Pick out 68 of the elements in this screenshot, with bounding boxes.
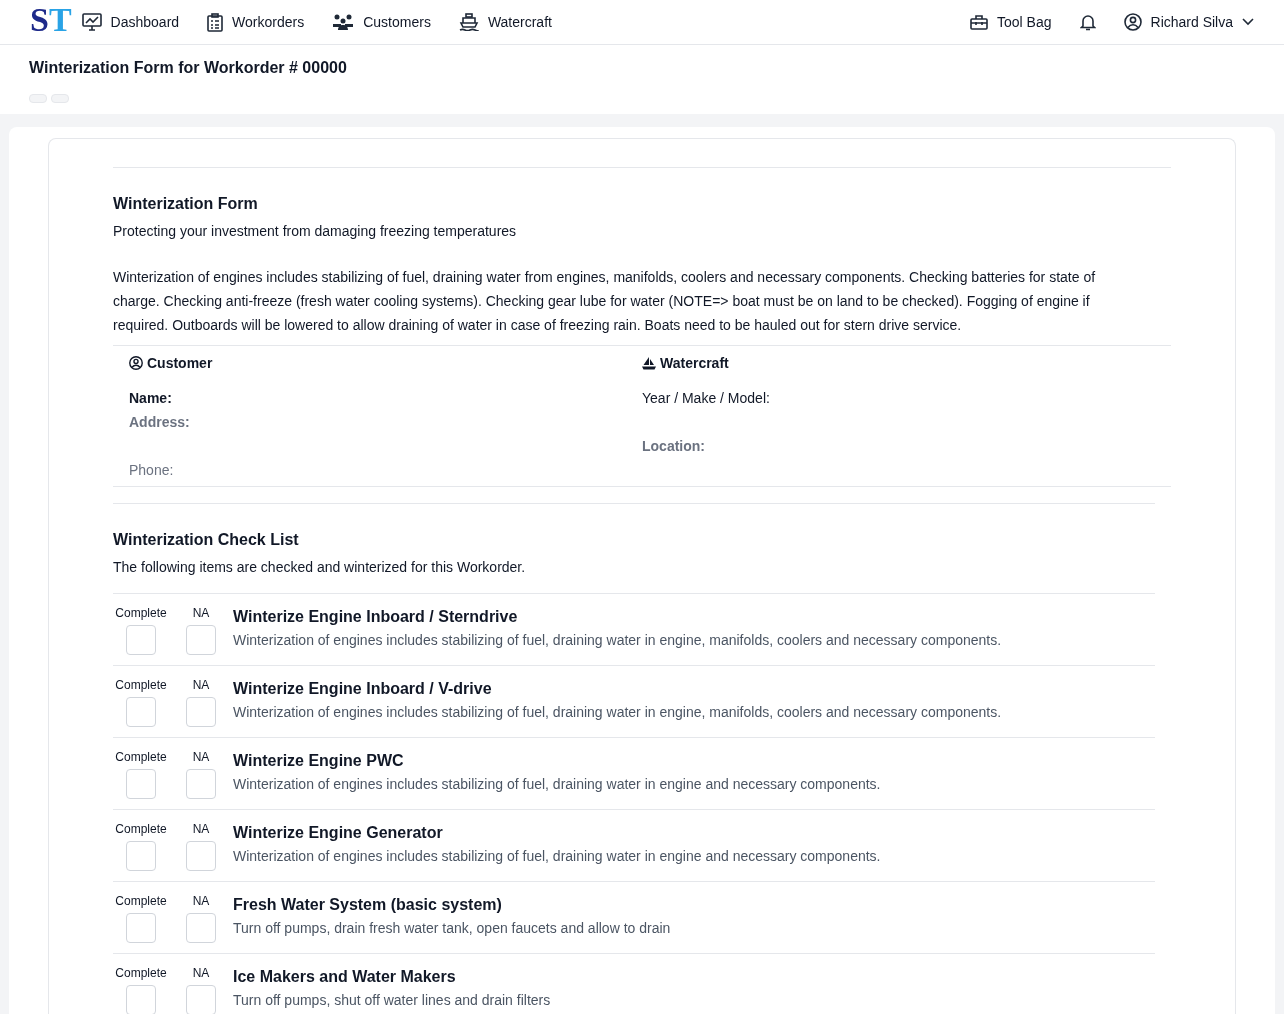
page-title: Winterization Form for Workorder # 00000	[29, 59, 348, 77]
form-title: Winterization Form	[113, 195, 259, 213]
item-title: Winterize Engine PWC	[233, 751, 405, 771]
complete-label: Complete	[115, 821, 167, 837]
users-icon	[332, 13, 355, 31]
form-description: Winterization of engines includes stabilizing of fuel, draining water from engines, manifolds, coolers and necessary components. Checking batteries for state of charge. Checking anti-freeze (fresh water cooling systems). Checking gear lube for water (NOTE=> boat must be on land to be checked). Fogging of engine if required. Outboards will be lowered to allow draining of water in case of freezing rain. Boats need to be hauled out for stern drive service.	[113, 268, 1097, 335]
complete-label: Complete	[115, 893, 167, 909]
item-title: Ice Makers and Water Makers	[233, 967, 457, 987]
monitor-chart-icon	[81, 13, 102, 31]
tool-bag-link[interactable]: Tool Bag	[970, 14, 1052, 30]
item-description: Turn off pumps, drain fresh water tank, open faucets and allow to drain	[233, 919, 671, 938]
checkbox[interactable]	[186, 625, 216, 655]
item-description: Winterization of engines includes stabilizing of fuel, draining water in engine and necessary components.	[233, 775, 881, 794]
checklist-title: Winterization Check List	[113, 531, 300, 549]
item-title: Fresh Water System (basic system)	[233, 895, 503, 915]
checkbox[interactable]	[126, 697, 156, 727]
checkbox[interactable]	[186, 913, 216, 943]
item-description: Winterization of engines includes stabilizing of fuel, draining water in engine, manifolds, coolers and necessary components.	[233, 703, 1002, 722]
user-menu[interactable]: Richard Silva	[1123, 13, 1254, 31]
complete-label: Complete	[115, 605, 167, 621]
nav-link[interactable]: Dashboard	[81, 13, 180, 31]
sailboat-icon	[642, 356, 656, 370]
user-circle-icon	[1123, 13, 1142, 31]
item-description: Winterization of engines includes stabilizing of fuel, draining water in engine, manifolds, coolers and necessary components.	[233, 631, 1002, 650]
checkbox[interactable]	[126, 769, 156, 799]
bell-icon[interactable]	[1079, 13, 1096, 31]
logo[interactable]: ST	[30, 3, 72, 37]
section-heading: Customer	[147, 355, 213, 371]
complete-label: Complete	[115, 677, 167, 693]
na-label: NA	[192, 749, 210, 765]
ship-icon	[458, 13, 479, 31]
complete-label: Complete	[115, 749, 167, 765]
na-label: NA	[192, 965, 210, 981]
name-label: Name:	[129, 389, 173, 408]
form-subtitle: Protecting your investment from damaging freezing temperatures	[113, 222, 518, 241]
address-label: Address:	[129, 413, 191, 432]
year-make-model-label: Year / Make / Model:	[642, 389, 771, 408]
checkbox[interactable]	[126, 625, 156, 655]
location-label: Location:	[642, 437, 706, 456]
item-description: Turn off pumps, shut off water lines and drain filters	[233, 991, 551, 1010]
na-label: NA	[192, 677, 210, 693]
toolbox-icon	[970, 14, 989, 30]
checkbox[interactable]	[186, 841, 216, 871]
complete-label: Complete	[115, 965, 167, 981]
nav-link[interactable]: Workorders	[207, 12, 305, 32]
clipboard-icon	[207, 12, 224, 32]
item-title: Winterize Engine Generator	[233, 823, 444, 843]
nav-link[interactable]: Customers	[332, 13, 431, 31]
item-title: Winterize Engine Inboard / V-drive	[233, 679, 493, 699]
empty-pill	[29, 94, 47, 103]
item-title: Winterize Engine Inboard / Sterndrive	[233, 607, 519, 627]
phone-label: Phone:	[129, 461, 175, 480]
checklist-subtitle: The following items are checked and winterized for this Workorder.	[113, 558, 527, 577]
checkbox[interactable]	[126, 841, 156, 871]
chevron-down-icon	[1242, 18, 1254, 26]
empty-pill	[51, 94, 69, 103]
checkbox[interactable]	[186, 985, 216, 1014]
user-circle-icon	[129, 356, 143, 370]
nav-link[interactable]: Watercraft	[458, 13, 552, 31]
checkbox[interactable]	[126, 985, 156, 1014]
na-label: NA	[192, 821, 210, 837]
checkbox[interactable]	[126, 913, 156, 943]
section-heading: Watercraft	[660, 355, 729, 371]
na-label: NA	[192, 605, 210, 621]
checkbox[interactable]	[186, 697, 216, 727]
item-description: Winterization of engines includes stabilizing of fuel, draining water in engine and necessary components.	[233, 847, 881, 866]
checkbox[interactable]	[186, 769, 216, 799]
na-label: NA	[192, 893, 210, 909]
